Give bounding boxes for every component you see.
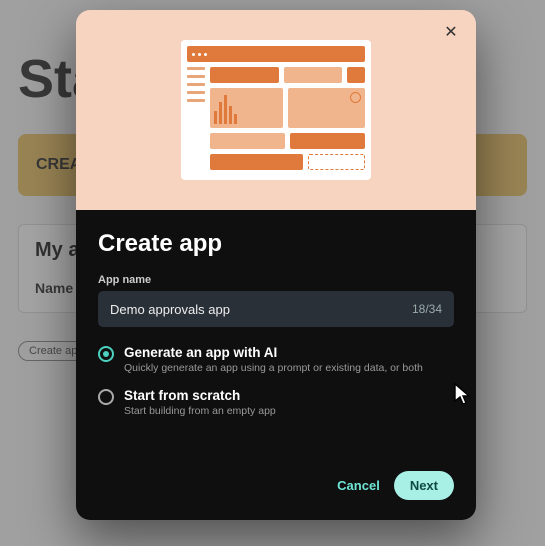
modal-illustration-panel: ✕	[76, 10, 476, 210]
option-generate-desc: Quickly generate an app using a prompt o…	[124, 362, 423, 374]
modal-title: Create app	[98, 230, 454, 258]
radio-selected-icon	[98, 346, 114, 362]
appname-counter: 18/34	[412, 302, 442, 316]
appname-label: App name	[98, 274, 454, 286]
appname-value: Demo approvals app	[110, 302, 230, 317]
option-scratch-desc: Start building from an empty app	[124, 405, 276, 417]
modal-footer: Cancel Next	[98, 471, 454, 500]
create-app-modal: ✕ Create app App name Demo approvals	[76, 10, 476, 520]
close-icon[interactable]: ✕	[438, 20, 464, 46]
option-scratch-title: Start from scratch	[124, 388, 276, 403]
next-button[interactable]: Next	[394, 471, 454, 500]
cancel-button[interactable]: Cancel	[337, 478, 380, 493]
option-scratch[interactable]: Start from scratch Start building from a…	[98, 388, 454, 417]
app-mock-illustration	[181, 40, 371, 180]
appname-input[interactable]: Demo approvals app 18/34	[98, 291, 454, 327]
modal-body: Create app App name Demo approvals app 1…	[76, 210, 476, 520]
option-generate-ai[interactable]: Generate an app with AI Quickly generate…	[98, 345, 454, 374]
radio-unselected-icon	[98, 389, 114, 405]
option-generate-title: Generate an app with AI	[124, 345, 423, 360]
